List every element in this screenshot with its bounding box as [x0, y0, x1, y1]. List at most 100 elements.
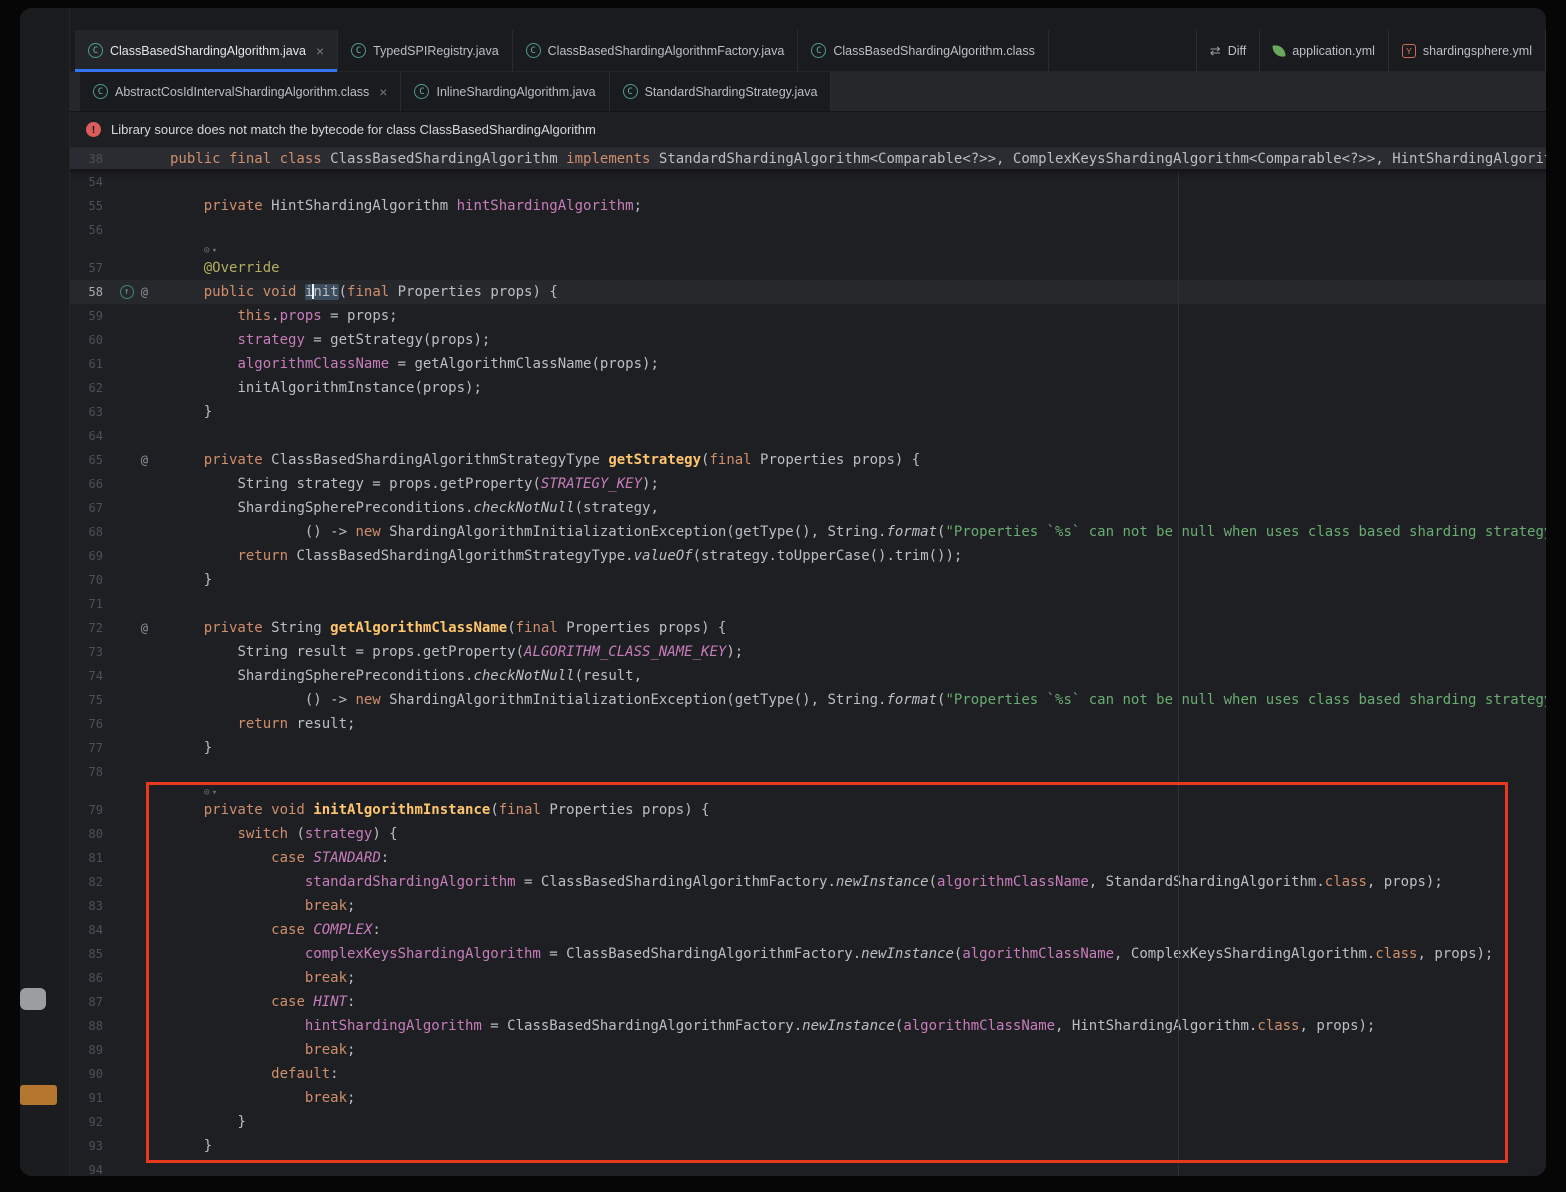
code-line-57[interactable]: 57 @Override — [70, 256, 1546, 280]
line-number[interactable]: 68 — [70, 520, 103, 544]
code-line-63[interactable]: 63 } — [70, 400, 1546, 424]
line-number[interactable]: 55 — [70, 194, 103, 218]
code-line-83[interactable]: 83 break; — [70, 894, 1546, 918]
code-line-82[interactable]: 82 standardShardingAlgorithm = ClassBase… — [70, 870, 1546, 894]
tab-shardingsphere-yml[interactable]: Yshardingsphere.yml — [1389, 30, 1546, 71]
code-line-55[interactable]: 55 private HintShardingAlgorithm hintSha… — [70, 194, 1546, 218]
line-number[interactable]: 65 — [70, 448, 103, 472]
line-number[interactable]: 61 — [70, 352, 103, 376]
line-number[interactable]: 85 — [70, 942, 103, 966]
line-number[interactable]: 83 — [70, 894, 103, 918]
line-number[interactable]: 72 — [70, 616, 103, 640]
code-line-86[interactable]: 86 break; — [70, 966, 1546, 990]
code-line-76[interactable]: 76 return result; — [70, 712, 1546, 736]
tab-inlineshardingalgorithm-java[interactable]: CInlineShardingAlgorithm.java — [401, 72, 609, 111]
line-number[interactable]: 93 — [70, 1134, 103, 1158]
code-line-56[interactable]: 56 — [70, 218, 1546, 242]
tab-classbasedshardingalgorithm-java[interactable]: CClassBasedShardingAlgorithm.java× — [75, 30, 338, 71]
code-line-75[interactable]: 75 () -> new ShardingAlgorithmInitializa… — [70, 688, 1546, 712]
line-number[interactable]: 73 — [70, 640, 103, 664]
code-line-79[interactable]: 79 private void initAlgorithmInstance(fi… — [70, 798, 1546, 822]
line-number[interactable]: 59 — [70, 304, 103, 328]
code-line-91[interactable]: 91 break; — [70, 1086, 1546, 1110]
code-line-64[interactable]: 64 — [70, 424, 1546, 448]
override-marker-icon[interactable]: ↑ — [120, 285, 134, 299]
code-line-93[interactable]: 93 } — [70, 1134, 1546, 1158]
line-number[interactable]: 58 — [70, 280, 103, 304]
code-line-88[interactable]: 88 hintShardingAlgorithm = ClassBasedSha… — [70, 1014, 1546, 1038]
tab-diff[interactable]: ⇄Diff — [1196, 30, 1260, 71]
code-line-74[interactable]: 74 ShardingSpherePreconditions.checkNotN… — [70, 664, 1546, 688]
line-number[interactable]: 89 — [70, 1038, 103, 1062]
tab-classbasedshardingalgorithmfactory-java[interactable]: CClassBasedShardingAlgorithmFactory.java — [513, 30, 799, 71]
inlay-hint[interactable]: ⊙▾ — [70, 784, 1546, 798]
annotation-at-icon[interactable]: @ — [141, 616, 148, 640]
line-number[interactable]: 84 — [70, 918, 103, 942]
code-line-90[interactable]: 90 default: — [70, 1062, 1546, 1086]
code-line-81[interactable]: 81 case STANDARD: — [70, 846, 1546, 870]
line-number[interactable]: 70 — [70, 568, 103, 592]
tab-abstractcosidintervalshardingalgorithm-class[interactable]: CAbstractCosIdIntervalShardingAlgorithm.… — [80, 72, 401, 111]
code-line-71[interactable]: 71 — [70, 592, 1546, 616]
annotation-at-icon[interactable]: @ — [141, 280, 148, 304]
tab-typedspiregistry-java[interactable]: CTypedSPIRegistry.java — [338, 30, 513, 71]
line-number[interactable]: 66 — [70, 472, 103, 496]
code-line-84[interactable]: 84 case COMPLEX: — [70, 918, 1546, 942]
code-line-87[interactable]: 87 case HINT: — [70, 990, 1546, 1014]
line-number[interactable]: 90 — [70, 1062, 103, 1086]
code-line-58[interactable]: 58↑@ public void init(final Properties p… — [70, 280, 1546, 304]
line-number[interactable]: 92 — [70, 1110, 103, 1134]
code-line-94[interactable]: 94 — [70, 1158, 1546, 1176]
code-line-62[interactable]: 62 initAlgorithmInstance(props); — [70, 376, 1546, 400]
tab-application-yml[interactable]: application.yml — [1260, 30, 1389, 71]
code-line-92[interactable]: 92 } — [70, 1110, 1546, 1134]
line-number[interactable]: 64 — [70, 424, 103, 448]
line-number[interactable]: 54 — [70, 170, 103, 194]
line-number[interactable]: 76 — [70, 712, 103, 736]
code-line-69[interactable]: 69 return ClassBasedShardingAlgorithmStr… — [70, 544, 1546, 568]
tab-classbasedshardingalgorithm-class[interactable]: CClassBasedShardingAlgorithm.class — [798, 30, 1048, 71]
code-line-59[interactable]: 59 this.props = props; — [70, 304, 1546, 328]
code-line-61[interactable]: 61 algorithmClassName = getAlgorithmClas… — [70, 352, 1546, 376]
code-line-89[interactable]: 89 break; — [70, 1038, 1546, 1062]
close-icon[interactable]: × — [379, 85, 387, 99]
tab-standardshardingstrategy-java[interactable]: CStandardShardingStrategy.java — [610, 72, 832, 111]
line-number[interactable]: 62 — [70, 376, 103, 400]
code-line-65[interactable]: 65@ private ClassBasedShardingAlgorithmS… — [70, 448, 1546, 472]
line-number[interactable]: 91 — [70, 1086, 103, 1110]
close-icon[interactable]: × — [316, 44, 324, 58]
code-line-67[interactable]: 67 ShardingSpherePreconditions.checkNotN… — [70, 496, 1546, 520]
line-number[interactable]: 63 — [70, 400, 103, 424]
line-number[interactable]: 75 — [70, 688, 103, 712]
line-number[interactable]: 82 — [70, 870, 103, 894]
line-number[interactable]: 81 — [70, 846, 103, 870]
line-number[interactable]: 71 — [70, 592, 103, 616]
line-number[interactable]: 87 — [70, 990, 103, 1014]
code-line-85[interactable]: 85 complexKeysShardingAlgorithm = ClassB… — [70, 942, 1546, 966]
code-editor[interactable]: 38public final class ClassBasedShardingA… — [70, 148, 1546, 1176]
code-line-54[interactable]: 54 — [70, 170, 1546, 194]
line-number[interactable]: 74 — [70, 664, 103, 688]
code-line-70[interactable]: 70 } — [70, 568, 1546, 592]
line-number[interactable]: 78 — [70, 760, 103, 784]
code-line-78[interactable]: 78 — [70, 760, 1546, 784]
line-number[interactable]: 94 — [70, 1158, 103, 1176]
line-number[interactable]: 69 — [70, 544, 103, 568]
code-line-60[interactable]: 60 strategy = getStrategy(props); — [70, 328, 1546, 352]
inlay-hint[interactable]: ⊙▾ — [70, 242, 1546, 256]
code-line-73[interactable]: 73 String result = props.getProperty(ALG… — [70, 640, 1546, 664]
code-line-68[interactable]: 68 () -> new ShardingAlgorithmInitializa… — [70, 520, 1546, 544]
code-line-80[interactable]: 80 switch (strategy) { — [70, 822, 1546, 846]
line-number[interactable]: 86 — [70, 966, 103, 990]
code-line-77[interactable]: 77 } — [70, 736, 1546, 760]
code-line-66[interactable]: 66 String strategy = props.getProperty(S… — [70, 472, 1546, 496]
sticky-class-declaration[interactable]: 38public final class ClassBasedShardingA… — [70, 148, 1546, 170]
line-number[interactable]: 79 — [70, 798, 103, 822]
code-line-72[interactable]: 72@ private String getAlgorithmClassName… — [70, 616, 1546, 640]
annotation-at-icon[interactable]: @ — [141, 448, 148, 472]
line-number[interactable]: 67 — [70, 496, 103, 520]
line-number[interactable]: 56 — [70, 218, 103, 242]
line-number[interactable]: 77 — [70, 736, 103, 760]
line-number[interactable]: 80 — [70, 822, 103, 846]
line-number[interactable]: 88 — [70, 1014, 103, 1038]
